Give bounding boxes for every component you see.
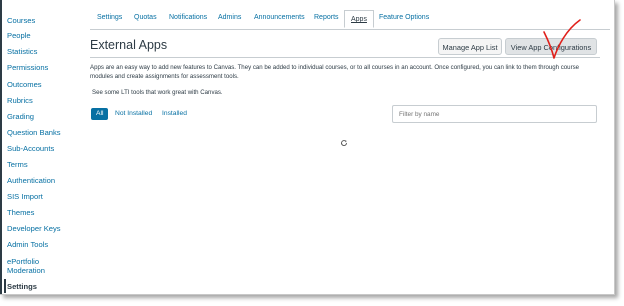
active-indicator: [4, 279, 6, 293]
app-window: Courses People Statistics Permissions Ou…: [0, 0, 615, 295]
sidebar-item-developer-keys[interactable]: Developer Keys: [7, 224, 61, 233]
sidebar-item-sub-accounts[interactable]: Sub-Accounts: [7, 144, 54, 153]
sidebar-item-grading[interactable]: Grading: [7, 112, 34, 121]
sidebar-item-terms[interactable]: Terms: [7, 160, 28, 169]
sidebar-item-eportfolio[interactable]: ePortfolio: [7, 257, 39, 266]
refresh-spinner-icon: [341, 140, 347, 146]
sidebar-item-permissions[interactable]: Permissions: [7, 63, 48, 72]
description-line: Apps are an easy way to add new features…: [90, 64, 580, 71]
filter-installed[interactable]: Installed: [162, 108, 187, 120]
tab-feature-options[interactable]: Feature Options: [379, 13, 429, 23]
header-divider: [90, 57, 600, 58]
account-sidebar: Courses People Statistics Permissions Ou…: [0, 0, 82, 294]
tab-announcements[interactable]: Announcements: [254, 13, 305, 23]
sidebar-item-outcomes[interactable]: Outcomes: [7, 80, 42, 89]
sidebar-item-authentication[interactable]: Authentication: [7, 176, 55, 185]
description-line: modules and create assignments for asses…: [90, 72, 239, 80]
filter-all[interactable]: All: [91, 108, 109, 120]
sidebar-item-rubrics[interactable]: Rubrics: [7, 96, 33, 105]
tab-quotas[interactable]: Quotas: [134, 13, 157, 23]
tab-settings[interactable]: Settings: [97, 13, 122, 23]
settings-tabs: Settings Quotas Notifications Admins Ann…: [90, 10, 610, 30]
tab-admins[interactable]: Admins: [218, 13, 241, 23]
tab-notifications[interactable]: Notifications: [169, 13, 207, 23]
sidebar-item-sis-import[interactable]: SIS Import: [7, 192, 43, 201]
sidebar-item-question-banks[interactable]: Question Banks: [7, 128, 61, 137]
view-app-configurations-button[interactable]: View App Configurations: [505, 38, 597, 55]
sidebar-item-courses[interactable]: Courses: [7, 16, 35, 25]
sidebar-item-themes[interactable]: Themes: [7, 208, 34, 217]
apps-description: Apps are an easy way to add new features…: [90, 64, 598, 81]
tab-reports[interactable]: Reports: [314, 13, 339, 23]
sidebar-item-people[interactable]: People: [7, 31, 31, 40]
page-title: External Apps: [90, 38, 168, 52]
manage-app-list-button[interactable]: Manage App List: [438, 38, 502, 55]
filter-not-installed[interactable]: Not Installed: [115, 108, 152, 120]
filter-by-name-input[interactable]: [392, 105, 597, 123]
sidebar-item-admin-tools[interactable]: Admin Tools: [7, 240, 48, 249]
sidebar-item-moderation[interactable]: Moderation: [7, 266, 45, 275]
sidebar-item-statistics[interactable]: Statistics: [7, 47, 37, 56]
sidebar-item-settings[interactable]: Settings: [7, 282, 37, 291]
tab-apps[interactable]: Apps: [344, 10, 374, 28]
lti-tools-text: See some LTI tools that work great with …: [92, 89, 223, 96]
